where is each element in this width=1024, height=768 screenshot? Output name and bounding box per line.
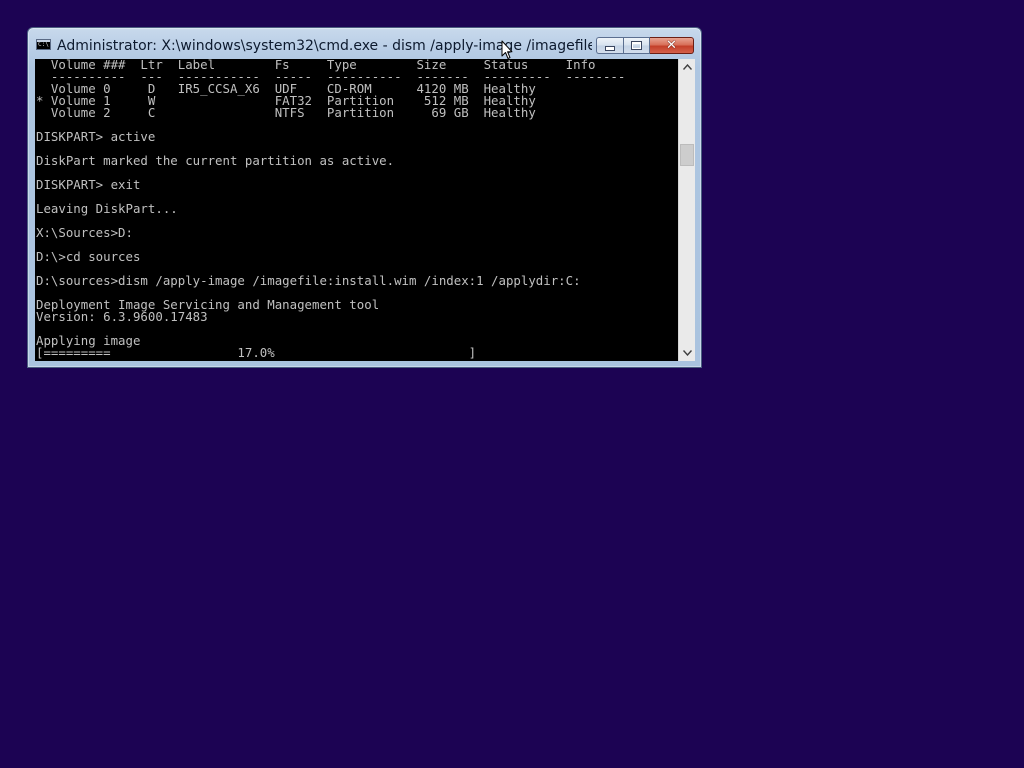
- console-line: DISKPART> active: [36, 129, 156, 144]
- console-text: Volume ### Ltr Label Fs Type Size Status…: [35, 59, 678, 359]
- scroll-up-arrow-icon[interactable]: [679, 59, 695, 75]
- cmd-window[interactable]: C:\ Administrator: X:\windows\system32\c…: [27, 27, 702, 368]
- console-line: X:\Sources>D:: [36, 225, 133, 240]
- caption-buttons: ✕: [596, 37, 694, 55]
- minimize-icon: [605, 45, 615, 51]
- console-line: Leaving DiskPart...: [36, 201, 178, 216]
- cmd-app-icon[interactable]: C:\: [36, 39, 51, 50]
- console-line: Version: 6.3.9600.17483: [36, 309, 208, 324]
- mouse-pointer-icon: [501, 40, 513, 59]
- title-bar[interactable]: C:\ Administrator: X:\windows\system32\c…: [28, 28, 701, 59]
- console-line: D:\sources>dism /apply-image /imagefile:…: [36, 273, 581, 288]
- console-line: DiskPart marked the current partition as…: [36, 153, 395, 168]
- scroll-thumb[interactable]: [680, 144, 694, 166]
- close-icon: ✕: [666, 38, 677, 53]
- console-line: Volume 2 C NTFS Partition 69 GB Healthy: [36, 105, 536, 120]
- console-line: DISKPART> exit: [36, 177, 141, 192]
- console-line: [========= 17.0% ]: [36, 345, 477, 360]
- scroll-down-arrow-icon[interactable]: [679, 345, 695, 361]
- console-line: D:\>cd sources: [36, 249, 141, 264]
- minimize-button[interactable]: [596, 37, 623, 54]
- maximize-icon: [631, 41, 642, 50]
- close-button[interactable]: ✕: [650, 37, 694, 54]
- console-output[interactable]: Volume ### Ltr Label Fs Type Size Status…: [35, 59, 678, 361]
- maximize-button[interactable]: [623, 37, 650, 54]
- vertical-scrollbar[interactable]: [678, 59, 695, 361]
- desktop-background: C:\ Administrator: X:\windows\system32\c…: [0, 0, 1024, 768]
